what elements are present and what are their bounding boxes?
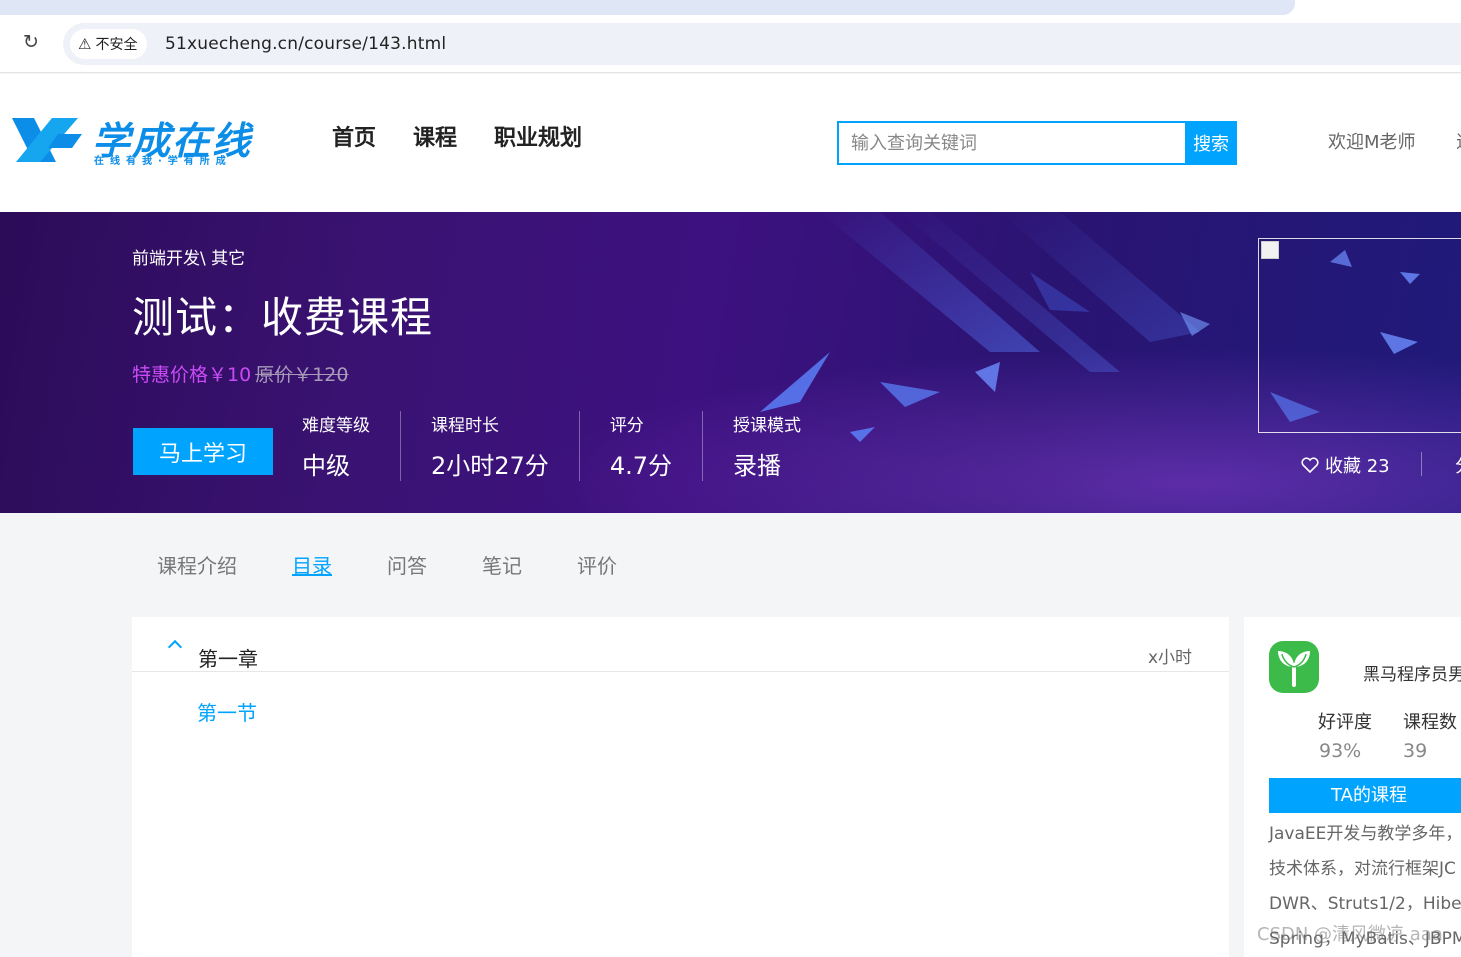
browser-tab-strip	[0, 0, 1295, 15]
course-banner: 前端开发\ 其它 测试：收费课程 特惠价格￥10 原价￥120 马上学习 难度等级…	[0, 212, 1461, 513]
chapter-title: 第一章	[198, 647, 258, 671]
main-nav: 首页 课程 职业规划	[332, 120, 582, 152]
divider	[1421, 452, 1422, 476]
start-learning-button[interactable]: 马上学习	[133, 428, 273, 475]
site-header: 学成在线 在线有我·学有所成 首页 课程 职业规划 搜索 欢迎M老师 退	[0, 74, 1461, 212]
stat-value: 4.7分	[609, 452, 672, 480]
chapter-hours: x小时	[1148, 648, 1193, 668]
logout-link[interactable]: 退	[1456, 128, 1461, 154]
site-logo[interactable]: 学成在线 在线有我·学有所成	[12, 110, 262, 168]
sale-price: 特惠价格￥10	[132, 364, 252, 386]
nav-career[interactable]: 职业规划	[494, 120, 582, 152]
section-link[interactable]: 第一节	[197, 697, 257, 726]
share-button[interactable]: 分	[1455, 452, 1461, 478]
stat-value: 2小时27分	[431, 452, 549, 480]
catalog-panel: 第一章 x小时 第一节	[132, 617, 1229, 957]
chapter-header[interactable]: 第一章 x小时	[132, 617, 1229, 672]
stat-duration: 课程时长 2小时27分	[400, 411, 579, 481]
course-tabs: 课程介绍 目录 问答 笔记 评价	[157, 550, 672, 579]
security-chip[interactable]: ⚠ 不安全	[70, 29, 148, 59]
rating-label: 好评度	[1318, 712, 1372, 733]
tab-reviews[interactable]: 评价	[577, 550, 617, 579]
tab-catalog[interactable]: 目录	[292, 550, 332, 579]
stat-teaching-mode: 授课模式 录播	[701, 411, 831, 481]
course-count-value: 39	[1403, 740, 1428, 762]
logo-x-icon	[12, 118, 82, 162]
course-title: 测试：收费课程	[132, 293, 434, 342]
rating-value: 93%	[1319, 740, 1362, 762]
search-input[interactable]	[837, 121, 1186, 165]
ta-courses-button[interactable]: TA的课程	[1269, 778, 1461, 813]
bio-line: DWR、Struts1/2，Hibern	[1269, 894, 1461, 914]
ta-courses-label: TA的课程	[1331, 785, 1407, 806]
address-bar[interactable]: ⚠ 不安全 51xuecheng.cn/course/143.html	[63, 23, 1461, 65]
search-button[interactable]: 搜索	[1185, 121, 1237, 165]
tab-notes[interactable]: 笔记	[482, 550, 522, 579]
stat-value: 中级	[302, 452, 350, 480]
nav-home[interactable]: 首页	[332, 120, 376, 152]
collect-count: 收藏 23	[1325, 456, 1390, 477]
stat-difficulty: 难度等级 中级	[302, 411, 400, 481]
stat-label: 授课模式	[732, 416, 801, 436]
broken-image-icon	[1261, 241, 1279, 259]
course-cover-image	[1258, 238, 1461, 433]
original-price: 原价￥120	[255, 364, 349, 386]
heart-icon	[1301, 457, 1319, 473]
teacher-name[interactable]: 黑马程序员男	[1363, 660, 1461, 685]
welcome-user[interactable]: 欢迎M老师	[1328, 128, 1416, 154]
stat-label: 难度等级	[302, 416, 370, 436]
logo-slogan: 在线有我·学有所成	[94, 156, 232, 167]
tab-intro[interactable]: 课程介绍	[157, 550, 237, 579]
bio-line: JavaEE开发与教学多年，	[1269, 824, 1461, 844]
search-box: 搜索	[837, 121, 1237, 165]
reload-icon[interactable]: ↻	[20, 31, 42, 53]
stat-value: 录播	[732, 452, 781, 480]
course-stats: 难度等级 中级 课程时长 2小时27分 评分 4.7分 授课模式 录播	[302, 411, 831, 481]
security-label: 不安全	[95, 37, 138, 53]
url-text[interactable]: 51xuecheng.cn/course/143.html	[165, 34, 446, 54]
collect-button[interactable]: 收藏 23	[1301, 452, 1390, 478]
stat-label: 课程时长	[431, 416, 499, 436]
course-count-label: 课程数	[1403, 712, 1457, 733]
price-info: 特惠价格￥10 原价￥120	[132, 360, 348, 387]
watermark: CSDN @清风微凉 aaa	[1257, 924, 1443, 945]
browser-chrome: ↻ ⚠ 不安全 51xuecheng.cn/course/143.html	[0, 0, 1461, 73]
warning-icon: ⚠	[78, 35, 92, 53]
tab-qa[interactable]: 问答	[387, 550, 427, 579]
breadcrumb: 前端开发\ 其它	[132, 249, 246, 269]
nav-courses[interactable]: 课程	[413, 120, 457, 152]
teacher-card: 黑马程序员男 好评度 课程数 93% 39 TA的课程 JavaEE开发与教学多…	[1244, 617, 1461, 957]
stat-label: 评分	[609, 416, 644, 436]
chevron-up-icon[interactable]	[167, 639, 183, 655]
bio-line: 技术体系，对流行框架JC	[1269, 859, 1456, 879]
teacher-avatar-icon	[1269, 641, 1319, 693]
stat-rating: 评分 4.7分	[578, 411, 702, 481]
